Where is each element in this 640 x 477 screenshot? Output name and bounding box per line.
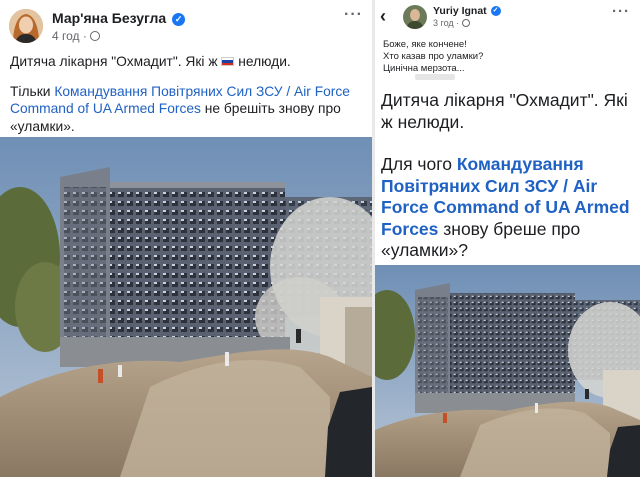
destroyed-hospital-photo[interactable]: [375, 265, 640, 477]
author-name[interactable]: Yuriy Ignat ✓: [433, 5, 501, 17]
post-text-part: Тільки: [10, 83, 51, 99]
comment-line: Хто казав про уламки?: [383, 51, 484, 62]
right-post: ‹ Yuriy Ignat ✓ 3 год · ··· Боже, яке ко…: [375, 0, 640, 477]
left-post: Мар'яна Безугла ✓ 4 год · ··· Дитяча лік…: [0, 0, 372, 477]
quoted-line-1: Дитяча лікарня "Охмадит". Які ж нелюди.: [381, 90, 628, 132]
verified-badge-icon: ✓: [172, 12, 186, 26]
comment-line: Боже, яке кончене!: [383, 39, 467, 50]
cropped-text-fragment: [415, 74, 455, 80]
comment-text: Боже, яке кончене! Хто казав про уламки?…: [383, 39, 633, 75]
post-time[interactable]: 4 год: [52, 29, 80, 43]
verified-badge-icon: ✓: [490, 6, 501, 17]
author-name-text[interactable]: Yuriy Ignat: [433, 5, 487, 17]
post-text-part: нелюди.: [238, 54, 291, 69]
post-text-part: Дитяча лікарня "Охмадит". Які ж: [10, 54, 218, 69]
russia-flag-icon: [221, 57, 235, 66]
author-name[interactable]: Мар'яна Безугла ✓: [52, 10, 186, 26]
globe-icon: [461, 19, 470, 27]
more-options-icon[interactable]: ···: [612, 3, 630, 20]
quoted-post-text: Дитяча лікарня "Охмадит". Які ж нелюди. …: [381, 90, 636, 262]
quoted-text-part: Для чого: [381, 154, 452, 174]
destroyed-hospital-photo[interactable]: [0, 137, 372, 477]
post-time[interactable]: 3 год: [433, 18, 454, 28]
more-options-icon[interactable]: ···: [344, 6, 363, 24]
globe-icon: [90, 31, 101, 41]
quoted-line-2: Для чого Командування Повітряних Сил ЗСУ…: [381, 154, 636, 262]
author-name-text[interactable]: Мар'яна Безугла: [52, 10, 166, 26]
post-line-2: Тільки Командування Повітряних Сил ЗСУ /…: [10, 83, 365, 136]
post-line-1: Дитяча лікарня "Охмадит". Які ж нелюди.: [10, 53, 365, 71]
avatar[interactable]: [403, 5, 427, 29]
post-text: Дитяча лікарня "Охмадит". Які ж нелюди. …: [10, 53, 365, 135]
avatar[interactable]: [9, 9, 43, 43]
dot-separator: ·: [456, 18, 462, 28]
dot-separator: ·: [82, 29, 91, 43]
post-meta: 4 год ·: [52, 29, 101, 43]
post-meta: 3 год ·: [433, 18, 470, 28]
back-arrow-icon[interactable]: ‹: [380, 6, 386, 27]
